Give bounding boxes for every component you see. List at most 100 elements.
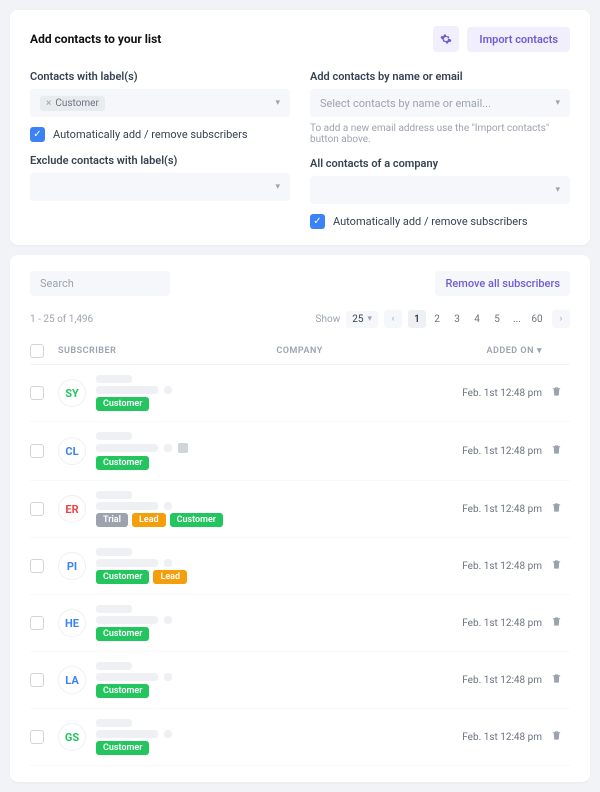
added-on: Feb. 1st 12:48 pm: [422, 388, 542, 399]
table-row: CL Customer Feb. 1st 12:48 pm: [30, 422, 570, 481]
table-row: LACustomerFeb. 1st 12:48 pm: [30, 652, 570, 709]
header-actions: Import contacts: [433, 26, 570, 52]
card-header: Add contacts to your list Import contact…: [30, 26, 570, 52]
delete-button[interactable]: [551, 387, 562, 400]
pagination-row: 1 - 25 of 1,496 Show 25 ▾ ‹ 12345...60 ›: [30, 310, 570, 328]
tag-customer: Customer: [96, 456, 149, 470]
company-select[interactable]: ▾: [310, 176, 570, 204]
show-value: 25: [352, 314, 363, 325]
subscriber-cell: Customer: [96, 605, 276, 641]
note-icon: [178, 443, 188, 453]
avatar: CL: [58, 437, 86, 465]
close-icon[interactable]: ×: [46, 98, 51, 109]
page-2[interactable]: 2: [428, 310, 446, 328]
tags: TrialLeadCustomer: [96, 513, 276, 527]
table-header: SUBSCRIBER COMPANY ADDED ON▾: [30, 338, 570, 365]
tag-customer: Customer: [96, 741, 149, 755]
auto-add-label-1: Automatically add / remove subscribers: [53, 128, 248, 141]
table-body: SYCustomerFeb. 1st 12:48 pmCLCustomerFeb…: [30, 365, 570, 766]
delete-button[interactable]: [551, 503, 562, 516]
import-contacts-button[interactable]: Import contacts: [467, 27, 570, 52]
exclude-label-select[interactable]: ▾: [30, 173, 290, 201]
delete-button[interactable]: [551, 560, 562, 573]
auto-add-row-2: ✓ Automatically add / remove subscribers: [310, 214, 570, 229]
exclude-label-title: Exclude contacts with label(s): [30, 154, 290, 167]
by-name-select[interactable]: Select contacts by name or email... ▾: [310, 89, 570, 117]
range-text: 1 - 25 of 1,496: [30, 314, 93, 325]
table-row: GS Customer Feb. 1st 12:48 pm: [30, 709, 570, 766]
delete-button[interactable]: [551, 731, 562, 744]
avatar: GS: [58, 723, 86, 751]
row-checkbox[interactable]: [30, 730, 44, 744]
subscriber-cell: Customer: [96, 719, 276, 755]
gear-icon: [440, 33, 452, 45]
by-name-helper: To add a new email address use the "Impo…: [310, 123, 570, 145]
next-page-button[interactable]: ›: [552, 310, 570, 328]
pill-label: Customer: [55, 98, 99, 109]
added-on: Feb. 1st 12:48 pm: [422, 504, 542, 515]
page-1[interactable]: 1: [408, 310, 426, 328]
auto-add-label-2: Automatically add / remove subscribers: [333, 215, 528, 228]
tags: Customer: [96, 741, 276, 755]
avatar: HE: [58, 609, 86, 637]
subscriber-cell: TrialLeadCustomer: [96, 491, 276, 527]
tag-trial: Trial: [96, 513, 128, 527]
chevron-down-icon: ▾: [555, 98, 560, 108]
avatar: LA: [58, 666, 86, 694]
filters-card: Add contacts to your list Import contact…: [10, 10, 590, 245]
company-title: All contacts of a company: [310, 157, 570, 170]
delete-button[interactable]: [551, 674, 562, 687]
search-input[interactable]: Search: [30, 271, 170, 296]
row-checkbox[interactable]: [30, 673, 44, 687]
page-5[interactable]: 5: [488, 310, 506, 328]
contacts-with-label-title: Contacts with label(s): [30, 70, 290, 83]
subscriber-cell: Customer: [96, 375, 276, 411]
added-on: Feb. 1st 12:48 pm: [422, 446, 542, 457]
tag-customer: Customer: [96, 627, 149, 641]
trash-icon: [551, 616, 562, 627]
delete-button[interactable]: [551, 445, 562, 458]
chevron-down-icon: ▾: [367, 314, 372, 324]
select-all-checkbox[interactable]: [30, 344, 44, 358]
tag-customer: Customer: [96, 397, 149, 411]
auto-add-checkbox-2[interactable]: ✓: [310, 214, 325, 229]
prev-page-button[interactable]: ‹: [384, 310, 402, 328]
by-name-placeholder: Select contacts by name or email...: [320, 97, 491, 110]
th-company: COMPANY: [276, 346, 422, 356]
by-name-title: Add contacts by name or email: [310, 70, 570, 83]
auto-add-row-1: ✓ Automatically add / remove subscribers: [30, 127, 290, 142]
avatar: PI: [58, 552, 86, 580]
row-checkbox[interactable]: [30, 386, 44, 400]
chevron-down-icon: ▾: [275, 98, 280, 108]
row-checkbox[interactable]: [30, 616, 44, 630]
tag-customer: Customer: [96, 684, 149, 698]
table-row: HECustomerFeb. 1st 12:48 pm: [30, 595, 570, 652]
tags: Customer Lead: [96, 570, 276, 584]
table-row: SYCustomerFeb. 1st 12:48 pm: [30, 365, 570, 422]
auto-add-checkbox-1[interactable]: ✓: [30, 127, 45, 142]
th-added[interactable]: ADDED ON▾: [422, 346, 542, 356]
contacts-with-label-select[interactable]: × Customer ▾: [30, 89, 290, 117]
row-checkbox[interactable]: [30, 502, 44, 516]
tags: Customer: [96, 456, 276, 470]
subscriber-cell: Customer: [96, 432, 276, 470]
settings-button[interactable]: [433, 26, 459, 52]
remove-all-button[interactable]: Remove all subscribers: [435, 271, 570, 296]
added-on: Feb. 1st 12:48 pm: [422, 732, 542, 743]
tag-customer: Customer: [170, 513, 223, 527]
trash-icon: [551, 386, 562, 397]
tags: Customer: [96, 397, 276, 411]
delete-button[interactable]: [551, 617, 562, 630]
page-3[interactable]: 3: [448, 310, 466, 328]
show-select[interactable]: 25 ▾: [346, 311, 378, 328]
show-label: Show: [316, 314, 341, 325]
tag-customer: Customer: [96, 570, 149, 584]
tag-lead: Lead: [153, 570, 187, 584]
trash-icon: [551, 673, 562, 684]
trash-icon: [551, 730, 562, 741]
row-checkbox[interactable]: [30, 444, 44, 458]
page-4[interactable]: 4: [468, 310, 486, 328]
customer-pill: × Customer: [40, 96, 105, 111]
page-60[interactable]: 60: [528, 310, 546, 328]
chevron-down-icon: ▾: [275, 182, 280, 192]
